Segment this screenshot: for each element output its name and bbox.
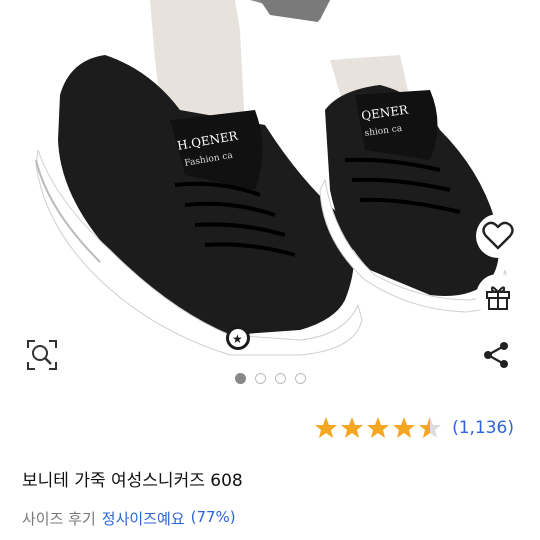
share-icon: [484, 342, 508, 368]
gift-button[interactable]: [476, 274, 520, 318]
half-star-icon: [419, 417, 442, 438]
gift-icon: [486, 286, 510, 310]
svg-text:★: ★: [232, 332, 243, 346]
size-review-row[interactable]: 사이즈 후기 정사이즈예요 (77%): [22, 508, 236, 529]
size-review-label: 사이즈 후기: [22, 510, 96, 528]
star-icon: [315, 417, 338, 438]
product-image-area[interactable]: H.QENER Fashion ca ★ QENER shion ca: [0, 0, 540, 400]
pagination-dot[interactable]: [294, 372, 306, 384]
star-icon: [367, 417, 390, 438]
pagination-dot[interactable]: [254, 372, 266, 384]
size-review-verdict: 정사이즈예요: [101, 510, 185, 528]
product-title: 보니테 가죽 여성스니커즈 608: [22, 471, 243, 491]
rating-summary[interactable]: (1,136): [314, 414, 514, 442]
star-icon: [393, 417, 416, 438]
star-icon: [341, 417, 364, 438]
pagination-dot[interactable]: [234, 372, 246, 384]
size-review-percent: (77%): [190, 508, 236, 526]
image-pagination[interactable]: [0, 370, 540, 386]
review-count-link[interactable]: (1,136): [452, 418, 514, 438]
zoom-search-icon: [27, 340, 57, 370]
pagination-dot[interactable]: [274, 372, 286, 384]
product-photo: H.QENER Fashion ca ★ QENER shion ca: [0, 0, 540, 400]
wishlist-button[interactable]: [476, 214, 520, 258]
heart-icon: [482, 221, 514, 250]
